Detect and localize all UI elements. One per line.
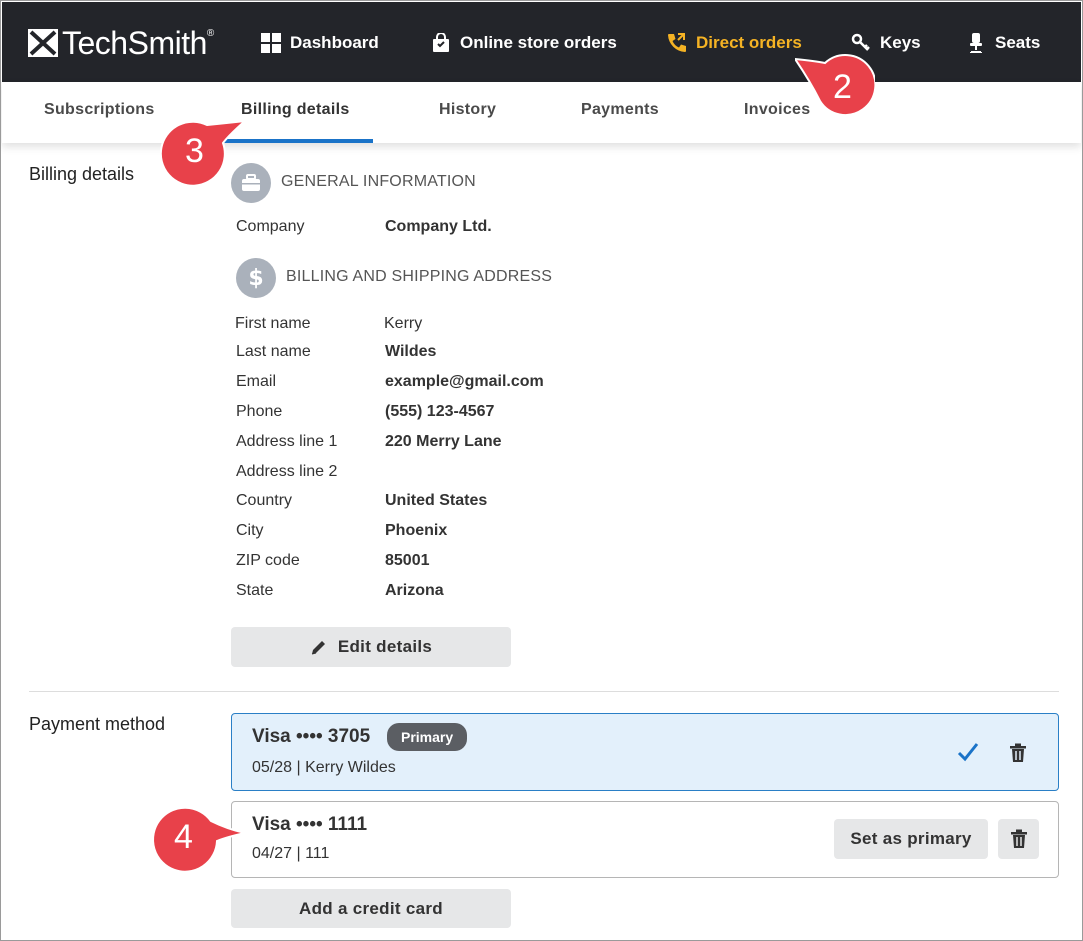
zip-code-value: 85001 bbox=[385, 552, 430, 569]
nav-dashboard[interactable]: Dashboard bbox=[260, 31, 379, 55]
country-label: Country bbox=[236, 492, 293, 509]
nav-seats[interactable]: Seats bbox=[965, 31, 1040, 55]
callout-number: 2 bbox=[833, 68, 852, 106]
city-value: Phoenix bbox=[385, 522, 448, 539]
callout-number: 3 bbox=[185, 132, 204, 170]
zip-code-label: ZIP code bbox=[236, 552, 300, 569]
card-title: Visa •••• 1111 bbox=[252, 814, 368, 835]
edit-details-button[interactable]: Edit details bbox=[231, 627, 511, 667]
section-divider bbox=[29, 691, 1059, 692]
payment-card-secondary[interactable]: Visa •••• 1111 04/27 | 111 Set as primar… bbox=[231, 801, 1059, 878]
chair-icon bbox=[965, 32, 987, 54]
delete-card-button[interactable] bbox=[998, 819, 1039, 859]
card-title: Visa •••• 3705 bbox=[252, 726, 371, 747]
nav-online-store-orders[interactable]: Online store orders bbox=[430, 31, 617, 55]
techsmith-logo-mark-icon bbox=[28, 29, 58, 57]
nav-seats-label: Seats bbox=[995, 33, 1041, 52]
first-name-label: First name bbox=[235, 315, 311, 332]
first-name-value: Kerry bbox=[384, 315, 423, 332]
app-frame: TechSmith ® Dashboard Online store order… bbox=[0, 0, 1083, 941]
company-label: Company bbox=[236, 218, 305, 235]
delete-card-button[interactable] bbox=[1004, 739, 1032, 767]
billing-section-title: Billing details bbox=[29, 164, 135, 184]
callout-marker-icon bbox=[159, 119, 249, 187]
city-label: City bbox=[236, 522, 264, 539]
trash-icon bbox=[1010, 743, 1026, 762]
registered-mark: ® bbox=[206, 27, 215, 39]
company-value: Company Ltd. bbox=[385, 218, 492, 235]
payment-method-title: Payment method bbox=[29, 714, 166, 734]
dollar-icon: $ bbox=[236, 258, 276, 298]
nav-online-store-orders-label: Online store orders bbox=[460, 33, 617, 52]
email-label: Email bbox=[236, 373, 277, 390]
state-label: State bbox=[236, 582, 274, 599]
address-line-2-label: Address line 2 bbox=[236, 463, 338, 480]
set-as-primary-button[interactable]: Set as primary bbox=[834, 819, 988, 859]
nav-direct-orders-label: Direct orders bbox=[696, 33, 802, 52]
brand-name: TechSmith bbox=[62, 24, 207, 61]
phone-value: (555) 123-4567 bbox=[385, 403, 495, 420]
last-name-label: Last name bbox=[236, 343, 311, 360]
annotation-callout-3: 3 bbox=[157, 119, 249, 193]
top-navigation-bar: TechSmith ® Dashboard Online store order… bbox=[2, 2, 1081, 82]
nav-direct-orders[interactable]: Direct orders bbox=[666, 31, 802, 55]
phone-call-icon bbox=[666, 32, 688, 54]
annotation-callout-2: 2 bbox=[795, 51, 881, 125]
add-credit-card-button[interactable]: Add a credit card bbox=[231, 889, 511, 928]
edit-details-label: Edit details bbox=[337, 637, 433, 656]
trash-icon bbox=[1010, 829, 1027, 848]
nav-keys-label: Keys bbox=[880, 33, 921, 52]
card-subtitle: 04/27 | 111 bbox=[252, 845, 330, 862]
card-subtitle: 05/28 | Kerry Wildes bbox=[252, 759, 396, 776]
grid-icon bbox=[260, 32, 282, 54]
annotation-callout-4: 4 bbox=[143, 801, 246, 875]
callout-number: 4 bbox=[174, 818, 193, 856]
payment-card-primary[interactable]: Visa •••• 3705 Primary 05/28 | Kerry Wil… bbox=[231, 713, 1059, 791]
last-name-value: Wildes bbox=[385, 343, 437, 360]
callout-marker-icon bbox=[152, 806, 246, 873]
tab-payments[interactable]: Payments bbox=[581, 82, 659, 143]
address-line-1-label: Address line 1 bbox=[236, 433, 338, 450]
primary-badge: Primary bbox=[387, 723, 468, 751]
tab-billing-details[interactable]: Billing details bbox=[241, 82, 350, 143]
techsmith-logo[interactable]: TechSmith ® bbox=[28, 24, 215, 61]
pencil-icon bbox=[311, 641, 325, 655]
address-line-1-value: 220 Merry Lane bbox=[385, 433, 502, 450]
checkmark-icon bbox=[957, 743, 979, 762]
state-value: Arizona bbox=[385, 582, 444, 599]
country-value: United States bbox=[385, 492, 488, 509]
billing-shipping-address-title: BILLING AND SHIPPING ADDRESS bbox=[286, 268, 553, 285]
tab-history[interactable]: History bbox=[439, 82, 496, 143]
tab-subscriptions[interactable]: Subscriptions bbox=[44, 82, 155, 143]
email-value: example@gmail.com bbox=[385, 373, 544, 390]
general-information-title: GENERAL INFORMATION bbox=[281, 173, 476, 190]
phone-label: Phone bbox=[236, 403, 283, 420]
shopping-bag-icon bbox=[430, 32, 452, 54]
nav-dashboard-label: Dashboard bbox=[290, 33, 379, 52]
